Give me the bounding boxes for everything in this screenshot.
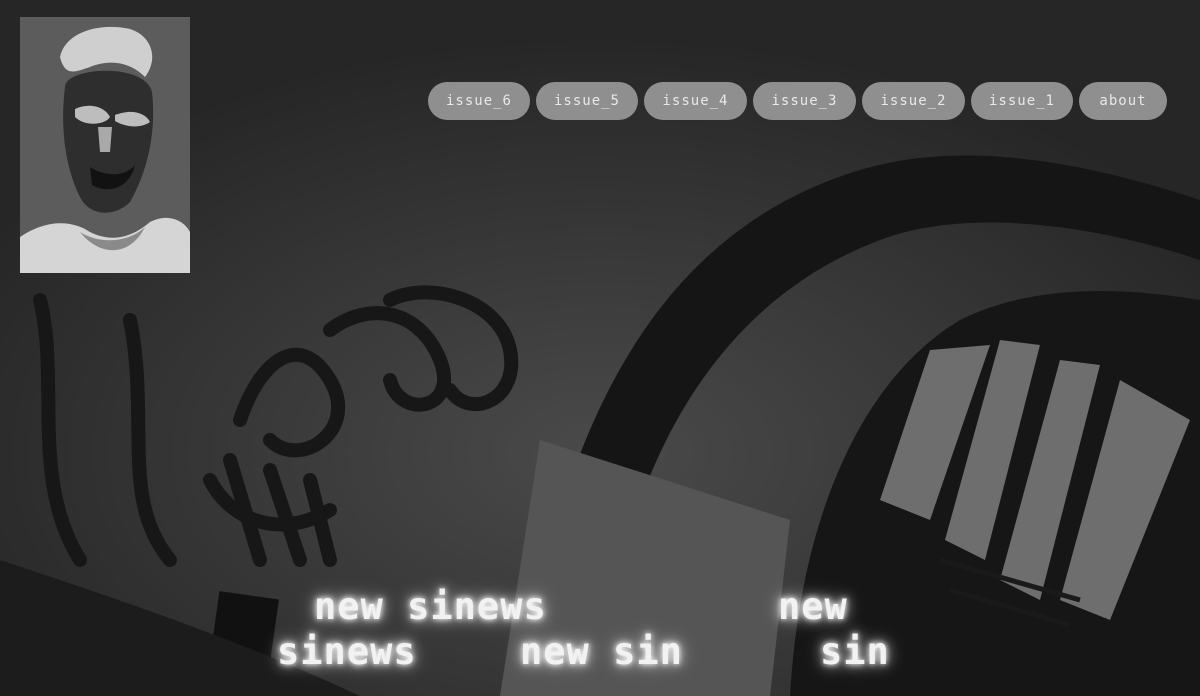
title-line2-right: sin xyxy=(820,630,890,673)
nav-about-button[interactable]: about xyxy=(1079,82,1167,120)
title-line1-left: new sinews xyxy=(314,585,547,628)
nav-issue-4-button[interactable]: issue_4 xyxy=(644,82,747,120)
page: issue_6 issue_5 issue_4 issue_3 issue_2 … xyxy=(0,0,1200,696)
nav-issue-1-button[interactable]: issue_1 xyxy=(971,82,1073,120)
nav-issue-2-button[interactable]: issue_2 xyxy=(862,82,965,120)
portrait-image xyxy=(20,17,190,273)
nav-issue-6-button[interactable]: issue_6 xyxy=(428,82,530,120)
title-line2-left: sinews xyxy=(277,630,417,673)
nav-issue-3-button[interactable]: issue_3 xyxy=(753,82,856,120)
title-line1-right: new xyxy=(778,585,848,628)
issue-nav: issue_6 issue_5 issue_4 issue_3 issue_2 … xyxy=(428,82,1167,120)
nav-issue-5-button[interactable]: issue_5 xyxy=(536,82,638,120)
title-line2-mid: new sin xyxy=(520,630,683,673)
portrait-icon xyxy=(20,17,190,273)
